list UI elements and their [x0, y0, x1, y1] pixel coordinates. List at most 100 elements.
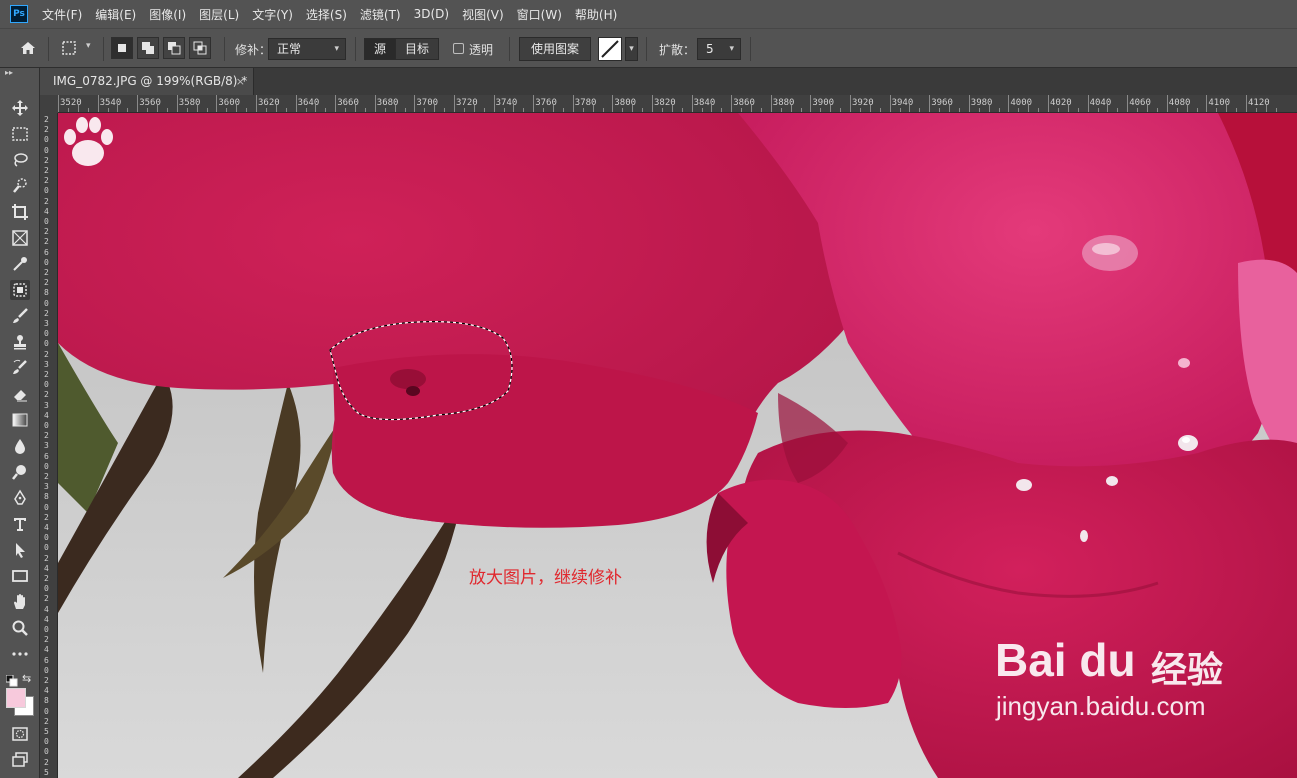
pen-tool-icon[interactable]: [10, 488, 30, 508]
chevron-down-icon[interactable]: ▾: [86, 41, 91, 51]
menu-window[interactable]: 窗口(W): [517, 6, 562, 23]
ruler-digit: 4: [44, 645, 49, 655]
ruler-tick: [770, 95, 772, 112]
transparent-label: 透明: [469, 43, 494, 57]
crop-tool-icon[interactable]: [10, 202, 30, 222]
intersect-selection-icon[interactable]: [189, 37, 211, 59]
photoshop-logo-icon: Ps: [10, 5, 28, 23]
menu-select[interactable]: 选择(S): [306, 6, 347, 23]
ruler-tick: [216, 95, 218, 112]
document-canvas[interactable]: 放大图片，继续修补 Bai du 经验 jingyan.baidu.com: [58, 113, 1297, 778]
lasso-tool-icon[interactable]: [10, 150, 30, 170]
menu-layer[interactable]: 图层(L): [199, 6, 239, 23]
menu-view[interactable]: 视图(V): [462, 6, 504, 23]
swap-colors-icon[interactable]: ⇆: [22, 672, 31, 685]
new-selection-icon[interactable]: [111, 37, 133, 59]
ruler-tick: [968, 95, 970, 112]
path-selection-tool-icon[interactable]: [10, 540, 30, 560]
rectangle-tool-icon[interactable]: [10, 566, 30, 586]
zoom-tool-icon[interactable]: [10, 618, 30, 638]
clone-stamp-tool-icon[interactable]: [10, 332, 30, 352]
blur-tool-icon[interactable]: [10, 436, 30, 456]
type-tool-icon[interactable]: [10, 514, 30, 534]
source-button[interactable]: 源: [365, 39, 396, 59]
patch-tool-icon[interactable]: [10, 280, 30, 300]
menu-image[interactable]: 图像(I): [149, 6, 186, 23]
ruler-tick: [533, 95, 535, 112]
ruler-digit: 2: [44, 594, 49, 604]
ruler-minor-tick: [741, 108, 743, 112]
patch-mode-select[interactable]: 正常 ▾: [268, 38, 346, 60]
ruler-digit: 2: [44, 757, 49, 767]
brush-tool-icon[interactable]: [10, 306, 30, 326]
vertical-ruler[interactable]: 2200222024022602280230023202340236023802…: [40, 113, 58, 778]
menu-type[interactable]: 文字(Y): [252, 6, 293, 23]
home-icon[interactable]: [18, 38, 38, 58]
ruler-tick: [1246, 95, 1247, 112]
dodge-tool-icon[interactable]: [10, 462, 30, 482]
move-tool-icon[interactable]: [10, 98, 30, 118]
ruler-minor-tick: [364, 108, 366, 112]
use-pattern-button[interactable]: 使用图案: [519, 37, 591, 61]
close-icon[interactable]: ×: [236, 68, 245, 95]
frame-tool-icon[interactable]: [10, 228, 30, 248]
ruler-minor-tick: [909, 105, 911, 112]
menu-edit[interactable]: 编辑(E): [95, 6, 136, 23]
foreground-color-swatch[interactable]: [6, 688, 26, 708]
ruler-tick: [176, 95, 178, 112]
more-tools-icon[interactable]: [10, 644, 30, 664]
quick-selection-tool-icon[interactable]: [10, 176, 30, 196]
ruler-tick: [97, 95, 99, 112]
pattern-swatch[interactable]: [598, 37, 622, 61]
target-button[interactable]: 目标: [395, 39, 439, 59]
ruler-minor-tick: [1255, 108, 1257, 112]
gradient-tool-icon[interactable]: [10, 410, 30, 430]
add-to-selection-icon[interactable]: [137, 37, 159, 59]
ruler-digit: 2: [44, 370, 49, 379]
ruler-minor-tick: [919, 108, 921, 112]
ruler-digit: 2: [44, 635, 49, 645]
collapse-panel-icon[interactable]: ▸▸: [5, 68, 13, 77]
menu-filter[interactable]: 滤镜(T): [360, 6, 401, 23]
marquee-tool-icon[interactable]: [10, 124, 30, 144]
transparent-checkbox[interactable]: [453, 43, 464, 54]
diffusion-select[interactable]: 5 ▾: [697, 38, 741, 60]
horizontal-ruler[interactable]: 3520 3540 3560 3580 3600 3620 3640 3660 3680 3700…: [58, 95, 1297, 113]
ruler-tick: [454, 95, 455, 112]
ruler-minor-tick: [1097, 108, 1099, 112]
document-tab[interactable]: IMG_0782.JPG @ 199%(RGB/8) * ×: [40, 68, 254, 95]
patch-tool-preset-icon[interactable]: [59, 38, 79, 58]
hand-tool-icon[interactable]: [10, 592, 30, 612]
ruler-tick: [850, 95, 851, 112]
ruler-minor-tick: [681, 108, 683, 112]
ruler-minor-tick: [760, 108, 762, 112]
ruler-minor-tick: [1147, 105, 1148, 112]
menu-help[interactable]: 帮助(H): [575, 6, 617, 23]
ruler-minor-tick: [1216, 108, 1218, 112]
menu-file[interactable]: 文件(F): [42, 6, 82, 23]
ruler-minor-tick: [513, 105, 515, 112]
ruler-minor-tick: [790, 105, 792, 112]
history-brush-tool-icon[interactable]: [10, 358, 30, 378]
ruler-origin[interactable]: [40, 95, 58, 113]
ruler-minor-tick: [434, 105, 436, 112]
chevron-down-icon[interactable]: ▾: [625, 37, 638, 61]
menu-3d[interactable]: 3D(D): [414, 7, 449, 21]
ruler-minor-tick: [107, 108, 109, 112]
ruler-minor-tick: [1226, 105, 1228, 112]
ruler-digit: 2: [44, 166, 49, 175]
ruler-minor-tick: [553, 105, 554, 112]
ruler-digit: 0: [44, 706, 49, 716]
quick-mask-icon[interactable]: [10, 724, 30, 744]
subtract-from-selection-icon[interactable]: [163, 37, 185, 59]
ruler-minor-tick: [1275, 108, 1277, 112]
ruler-minor-tick: [1176, 108, 1178, 112]
screen-mode-icon[interactable]: [10, 750, 30, 770]
source-target-toggle[interactable]: 源 目标: [364, 38, 440, 60]
eraser-tool-icon[interactable]: [10, 384, 30, 404]
eyedropper-tool-icon[interactable]: [10, 254, 30, 274]
diffusion-label: 扩散：: [659, 43, 696, 57]
ruler-tick: [731, 95, 733, 112]
ruler-tick: [1166, 95, 1168, 112]
ruler-digit: 3: [44, 400, 49, 410]
